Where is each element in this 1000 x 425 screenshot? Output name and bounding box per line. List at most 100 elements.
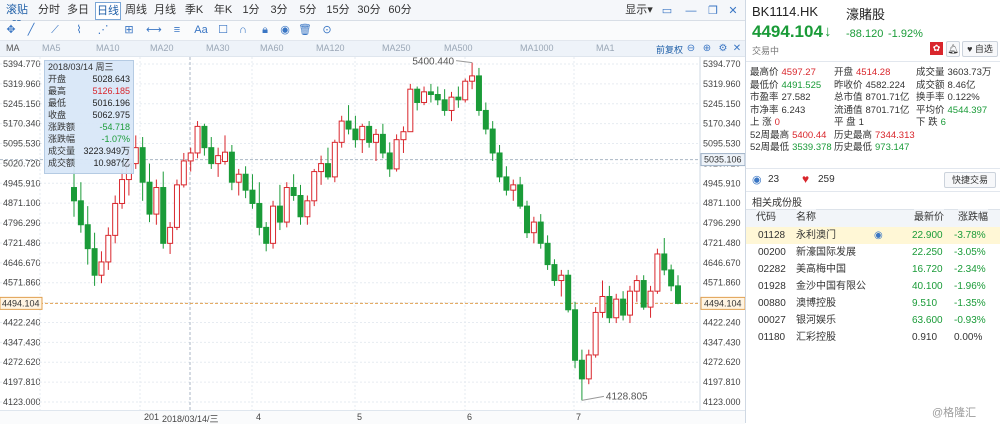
ma-label-8[interactable]: MA500 [444, 43, 473, 53]
candle-body [98, 261, 105, 276]
tab-8[interactable]: 1分 [240, 2, 262, 18]
tab-7[interactable]: 年K [211, 2, 235, 18]
drawing-toolbar: ✥ ╱ ⟋ ⌇ ⋰ ⊞ ⟷ ≡ Aa ☐ ∩ 🔒︎ ◉ 🗑︎ ⊙ [0, 21, 745, 41]
table-row[interactable]: 00200 新濠国际发展 22.250 -3.05% [746, 244, 1000, 261]
delete-icon[interactable]: 🗑︎ [298, 23, 312, 37]
table-row[interactable]: 02282 美高梅中国 16.720 -2.34% [746, 261, 1000, 278]
magnet-icon[interactable]: ∩ [236, 23, 250, 37]
line-tool-icon[interactable]: ╱ [24, 23, 38, 37]
table-row[interactable]: 00880 澳博控股 9.510 -1.35% [746, 295, 1000, 312]
candle-body [242, 173, 249, 191]
channel-tool-icon[interactable]: ⋰ [96, 23, 110, 37]
fib-tool-icon[interactable]: ≡ [170, 23, 184, 37]
tab-9[interactable]: 3分 [267, 2, 291, 18]
stat-value: 6.243 [781, 104, 806, 116]
ma-label-7[interactable]: MA250 [382, 43, 411, 53]
settings-icon[interactable]: ⚙ [716, 42, 730, 56]
restore-icon[interactable]: ❐ [706, 4, 720, 18]
polyline-tool-icon[interactable]: ⌇ [72, 23, 86, 37]
tab-1[interactable]: 分时 [37, 2, 61, 18]
candle-body [572, 309, 579, 361]
tab-4[interactable]: 周线 [124, 2, 148, 18]
ma-label-6[interactable]: MA120 [316, 43, 345, 53]
ma-label-5[interactable]: MA60 [260, 43, 284, 53]
measure-tool-icon[interactable]: ⟷ [146, 23, 162, 37]
table-row[interactable]: 01180 汇彩控股 0.910 0.00% [746, 329, 1000, 346]
tooltip-value: 3223.949万 [83, 146, 130, 156]
candle-body [338, 120, 345, 143]
candle-body [400, 131, 407, 141]
price-change-pct: -1.92% [888, 28, 923, 40]
ma-label-4[interactable]: MA30 [206, 43, 230, 53]
chart-close-icon[interactable]: ✕ [730, 42, 744, 56]
display-dropdown[interactable]: 显示▾ [624, 2, 654, 18]
y-tick-label-right: 5319.960 [703, 79, 741, 89]
grid-tool-icon[interactable]: ⊞ [122, 23, 136, 37]
x-tick-label: 5 [357, 412, 363, 422]
ray-tool-icon[interactable]: ⟋ [48, 23, 62, 37]
ma-label-10[interactable]: MA1 [596, 43, 615, 53]
tab-12[interactable]: 30分 [356, 2, 382, 18]
text-tool-icon[interactable]: Aa [194, 23, 208, 37]
shape-tool-icon[interactable]: ☐ [216, 23, 230, 37]
candle-body [276, 205, 283, 223]
lock-icon[interactable]: 🔒︎ [258, 23, 272, 37]
table-row[interactable]: 01928 金沙中国有限公 40.100 -1.96% [746, 278, 1000, 295]
tooltip-value: 5016.196 [92, 98, 130, 108]
crosshair-icon[interactable]: ✥ [4, 23, 18, 37]
candle-body [215, 155, 222, 165]
tab-5[interactable]: 月线 [153, 2, 177, 18]
candle-body [324, 163, 331, 178]
ma-label-9[interactable]: MA1000 [520, 43, 554, 53]
column-header[interactable]: 最新价 [914, 209, 944, 226]
high-annotation-line [456, 60, 473, 64]
tooltip-key: 涨跌幅 [48, 134, 76, 144]
tab-2[interactable]: 多日 [66, 2, 90, 18]
plus-icon[interactable]: ⊕ [700, 42, 714, 56]
candle-body [139, 147, 146, 183]
column-header[interactable]: 代码 [756, 209, 776, 226]
y-tick-label-left: 5319.960 [3, 79, 41, 89]
ma-label-3[interactable]: MA20 [150, 43, 174, 53]
minimize-icon[interactable]: — [684, 4, 698, 18]
candle-body [462, 80, 469, 101]
tab-6[interactable]: 季K [182, 2, 206, 18]
heart-icon[interactable]: ♥ [802, 172, 809, 186]
adjust-mode-label[interactable]: 前复权 [656, 43, 683, 56]
ma-label-1[interactable]: MA5 [42, 43, 61, 53]
table-row[interactable]: 01128 永利澳门 22.900 -3.78% ◉ [746, 227, 1000, 244]
column-header[interactable]: 名称 [796, 209, 816, 226]
stat-value: 6 [940, 117, 946, 128]
close-icon[interactable]: ✕ [726, 4, 740, 18]
table-row[interactable]: 00027 银河娱乐 63.600 -0.93% [746, 312, 1000, 329]
stock-code: 00880 [758, 298, 786, 309]
column-header[interactable]: 涨跌幅 [958, 209, 988, 226]
tab-10[interactable]: 5分 [296, 2, 320, 18]
tooltip-row: 最高 5126.185 [48, 86, 130, 97]
tab-13[interactable]: 60分 [387, 2, 413, 18]
eye-icon[interactable]: ◉ [278, 23, 292, 37]
tab-0[interactable]: 滚贴股 [2, 2, 32, 32]
y-tick-label-left: 5394.770 [3, 59, 41, 69]
tab-11[interactable]: 15分 [325, 2, 351, 18]
candle-body [565, 274, 572, 311]
candle-body [77, 200, 84, 226]
candle-body [283, 187, 290, 223]
quick-trade-button[interactable]: 快捷交易 [944, 172, 996, 188]
ma-label-0[interactable]: MA [6, 43, 20, 53]
y-tick-label-right: 4646.670 [703, 258, 741, 268]
add-watchlist-button[interactable]: ♥ 自选 [962, 41, 998, 57]
candle-body [201, 125, 208, 149]
y-tick-label-right: 5170.340 [703, 119, 741, 129]
alert-bell-icon[interactable]: 🔔︎ [946, 41, 960, 57]
candle-body [352, 128, 359, 141]
tab-3[interactable]: 日线 [95, 2, 121, 20]
y-tick-label-left: 4571.860 [3, 278, 41, 288]
window-icon[interactable]: ▭ [660, 4, 674, 18]
ma-label-2[interactable]: MA10 [96, 43, 120, 53]
x-tick-label: 7 [576, 412, 582, 422]
minus-icon[interactable]: ⊖ [684, 42, 698, 56]
eye-icon[interactable]: ◉ [874, 227, 883, 244]
stat-item: 下 跌6 [916, 114, 946, 128]
toggle-icon[interactable]: ⊙ [320, 23, 334, 37]
